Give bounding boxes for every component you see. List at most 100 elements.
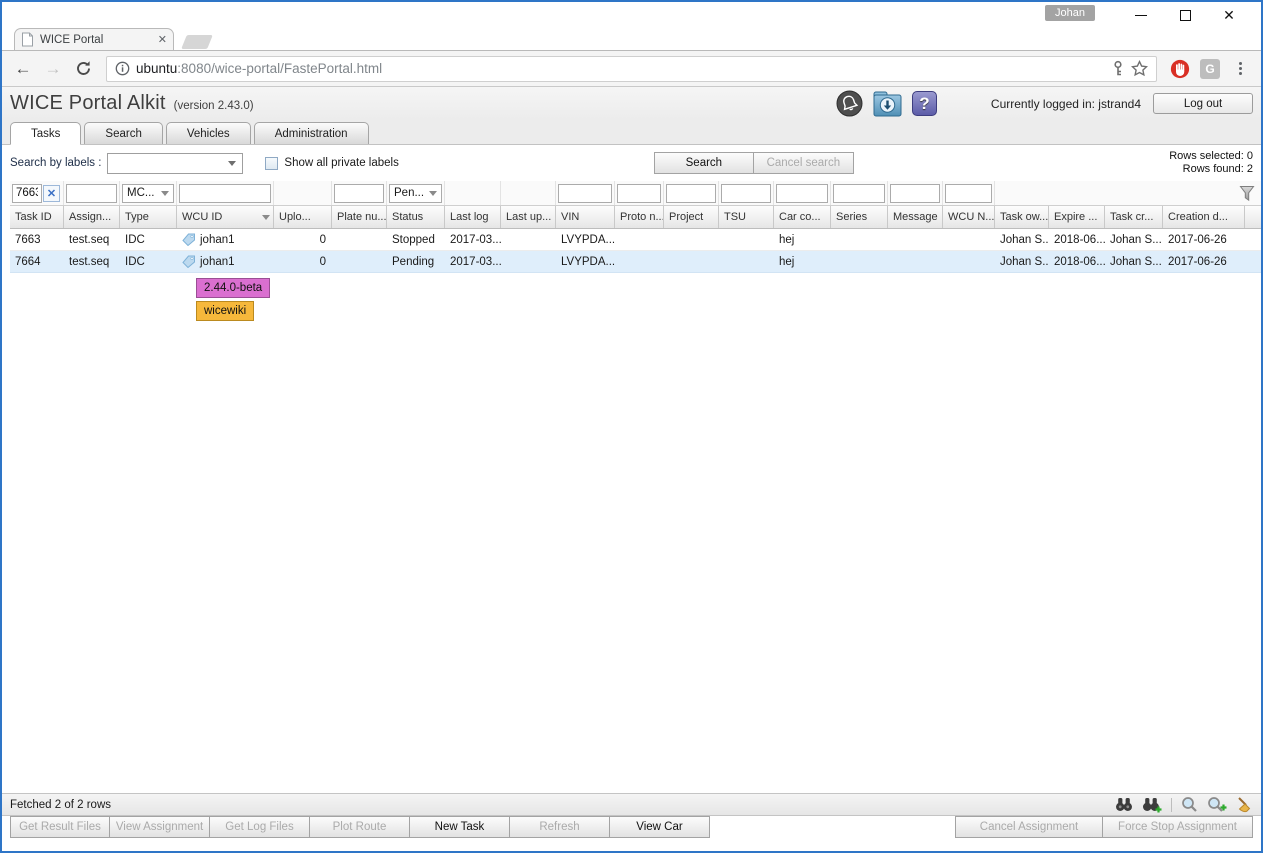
col-wcu-id[interactable]: WCU ID (177, 206, 274, 228)
label-tag-icon[interactable] (182, 255, 196, 268)
col-creation-date[interactable]: Creation d... (1163, 206, 1245, 228)
get-log-files-button[interactable]: Get Log Files (210, 816, 310, 838)
chevron-down-icon (228, 161, 236, 166)
cancel-search-button[interactable]: Cancel search (754, 152, 854, 174)
col-task-owner[interactable]: Task ow... (995, 206, 1049, 228)
proto-filter-input[interactable] (617, 184, 661, 203)
vin-filter-input[interactable] (558, 184, 612, 203)
back-button[interactable]: ← (10, 56, 36, 82)
handblock-extension-icon[interactable] (1167, 56, 1193, 82)
cell-wcu-n (943, 251, 995, 272)
three-dots-icon (1239, 62, 1242, 75)
logout-button[interactable]: Log out (1153, 93, 1253, 114)
search-button[interactable]: Search (654, 152, 754, 174)
col-last-log[interactable]: Last log (445, 206, 501, 228)
view-car-button[interactable]: View Car (610, 816, 710, 838)
label-tag-icon[interactable] (182, 233, 196, 246)
col-message[interactable]: Message (888, 206, 943, 228)
car-co-filter-input[interactable] (776, 184, 828, 203)
find-add-icon[interactable] (1142, 797, 1162, 813)
wcu-id-filter-input[interactable] (179, 184, 271, 203)
col-vin[interactable]: VIN (556, 206, 615, 228)
new-tab-stub[interactable] (181, 35, 213, 49)
maximize-button[interactable] (1163, 5, 1207, 25)
col-wcu-n[interactable]: WCU N... (943, 206, 995, 228)
profile-badge[interactable]: Johan (1045, 5, 1095, 21)
cell-car-co: hej (774, 229, 831, 250)
table-row-7664[interactable]: 7664 test.seq IDC johan1 0 Pending 2017-… (10, 251, 1261, 273)
plot-route-button[interactable]: Plot Route (310, 816, 410, 838)
view-assignment-button[interactable]: View Assignment (110, 816, 210, 838)
help-icon[interactable]: ? (912, 91, 937, 116)
page-icon (21, 32, 34, 47)
labels-dropdown[interactable] (107, 153, 243, 174)
download-icon[interactable] (873, 90, 902, 117)
col-tsu[interactable]: TSU (719, 206, 774, 228)
col-assignment[interactable]: Assign... (64, 206, 120, 228)
force-stop-assignment-button[interactable]: Force Stop Assignment (1103, 816, 1253, 838)
url-bar[interactable]: ubuntu:8080/wice-portal/FastePortal.html (106, 56, 1157, 82)
message-filter-input[interactable] (890, 184, 940, 203)
g-extension-icon[interactable]: G (1197, 56, 1223, 82)
labels-popup: 2.44.0-beta wicewiki (196, 278, 270, 321)
get-result-files-button[interactable]: Get Result Files (10, 816, 110, 838)
col-plate[interactable]: Plate nu... (332, 206, 387, 228)
reload-button[interactable] (70, 56, 96, 82)
clear-filter-icon[interactable]: ✕ (43, 185, 60, 202)
forward-button[interactable]: → (40, 56, 66, 82)
series-filter-input[interactable] (833, 184, 885, 203)
status-filter-select[interactable]: Pen... (389, 184, 442, 203)
new-task-button[interactable]: New Task (410, 816, 510, 838)
minimize-button[interactable] (1119, 5, 1163, 25)
refresh-button[interactable]: Refresh (510, 816, 610, 838)
tab-search[interactable]: Search (84, 122, 162, 144)
tab-administration[interactable]: Administration (254, 122, 369, 144)
col-type[interactable]: Type (120, 206, 177, 228)
col-project[interactable]: Project (664, 206, 719, 228)
plate-filter-input[interactable] (334, 184, 384, 203)
show-private-labels-checkbox[interactable] (265, 157, 278, 170)
tab-vehicles[interactable]: Vehicles (166, 122, 251, 144)
browser-window: Johan ✕ WICE Portal ✕ ← → ubuntu:8080/wi… (0, 0, 1263, 853)
chevron-down-icon (161, 191, 169, 196)
zoom-search-icon[interactable] (1181, 796, 1198, 813)
cell-series (831, 229, 888, 250)
col-upload[interactable]: Uplo... (274, 206, 332, 228)
col-status[interactable]: Status (387, 206, 445, 228)
col-series[interactable]: Series (831, 206, 888, 228)
tab-close-icon[interactable]: ✕ (158, 33, 167, 46)
info-icon[interactable] (115, 61, 130, 76)
url-text[interactable]: ubuntu:8080/wice-portal/FastePortal.html (136, 61, 1105, 76)
bookmark-star-icon[interactable] (1131, 60, 1148, 77)
tsu-filter-input[interactable] (721, 184, 771, 203)
close-button[interactable]: ✕ (1207, 5, 1251, 25)
cell-wcu-id: johan1 (177, 251, 274, 272)
zoom-add-icon[interactable] (1207, 796, 1227, 813)
type-filter-select[interactable]: MC... (122, 184, 174, 203)
key-icon[interactable] (1111, 60, 1125, 77)
wcu-n-filter-input[interactable] (945, 184, 992, 203)
col-task-created[interactable]: Task cr... (1105, 206, 1163, 228)
tab-tasks[interactable]: Tasks (10, 122, 81, 145)
sort-arrow-icon[interactable] (262, 215, 270, 220)
browser-tab[interactable]: WICE Portal ✕ (14, 28, 174, 50)
project-filter-input[interactable] (666, 184, 716, 203)
notification-bell-icon[interactable] (836, 90, 863, 117)
col-expire[interactable]: Expire ... (1049, 206, 1105, 228)
browser-menu-button[interactable] (1227, 56, 1253, 82)
task-id-filter-input[interactable] (12, 184, 42, 203)
label-search-bar: Search by labels : Show all private labe… (2, 145, 1261, 181)
col-car-co[interactable]: Car co... (774, 206, 831, 228)
find-icon[interactable] (1115, 797, 1133, 812)
col-proto[interactable]: Proto n... (615, 206, 664, 228)
assignment-filter-input[interactable] (66, 184, 117, 203)
cancel-assignment-button[interactable]: Cancel Assignment (955, 816, 1103, 838)
clear-broom-icon[interactable] (1236, 796, 1253, 813)
filter-proto (615, 181, 664, 205)
cell-last-upload (501, 251, 556, 272)
col-task-id[interactable]: Task ID (10, 206, 64, 228)
col-last-upload[interactable]: Last up... (501, 206, 556, 228)
cell-assignment: test.seq (64, 251, 120, 272)
table-row-7663[interactable]: 7663 test.seq IDC johan1 0 Stopped 2017-… (10, 229, 1261, 251)
filter-funnel-icon[interactable] (1239, 181, 1255, 205)
